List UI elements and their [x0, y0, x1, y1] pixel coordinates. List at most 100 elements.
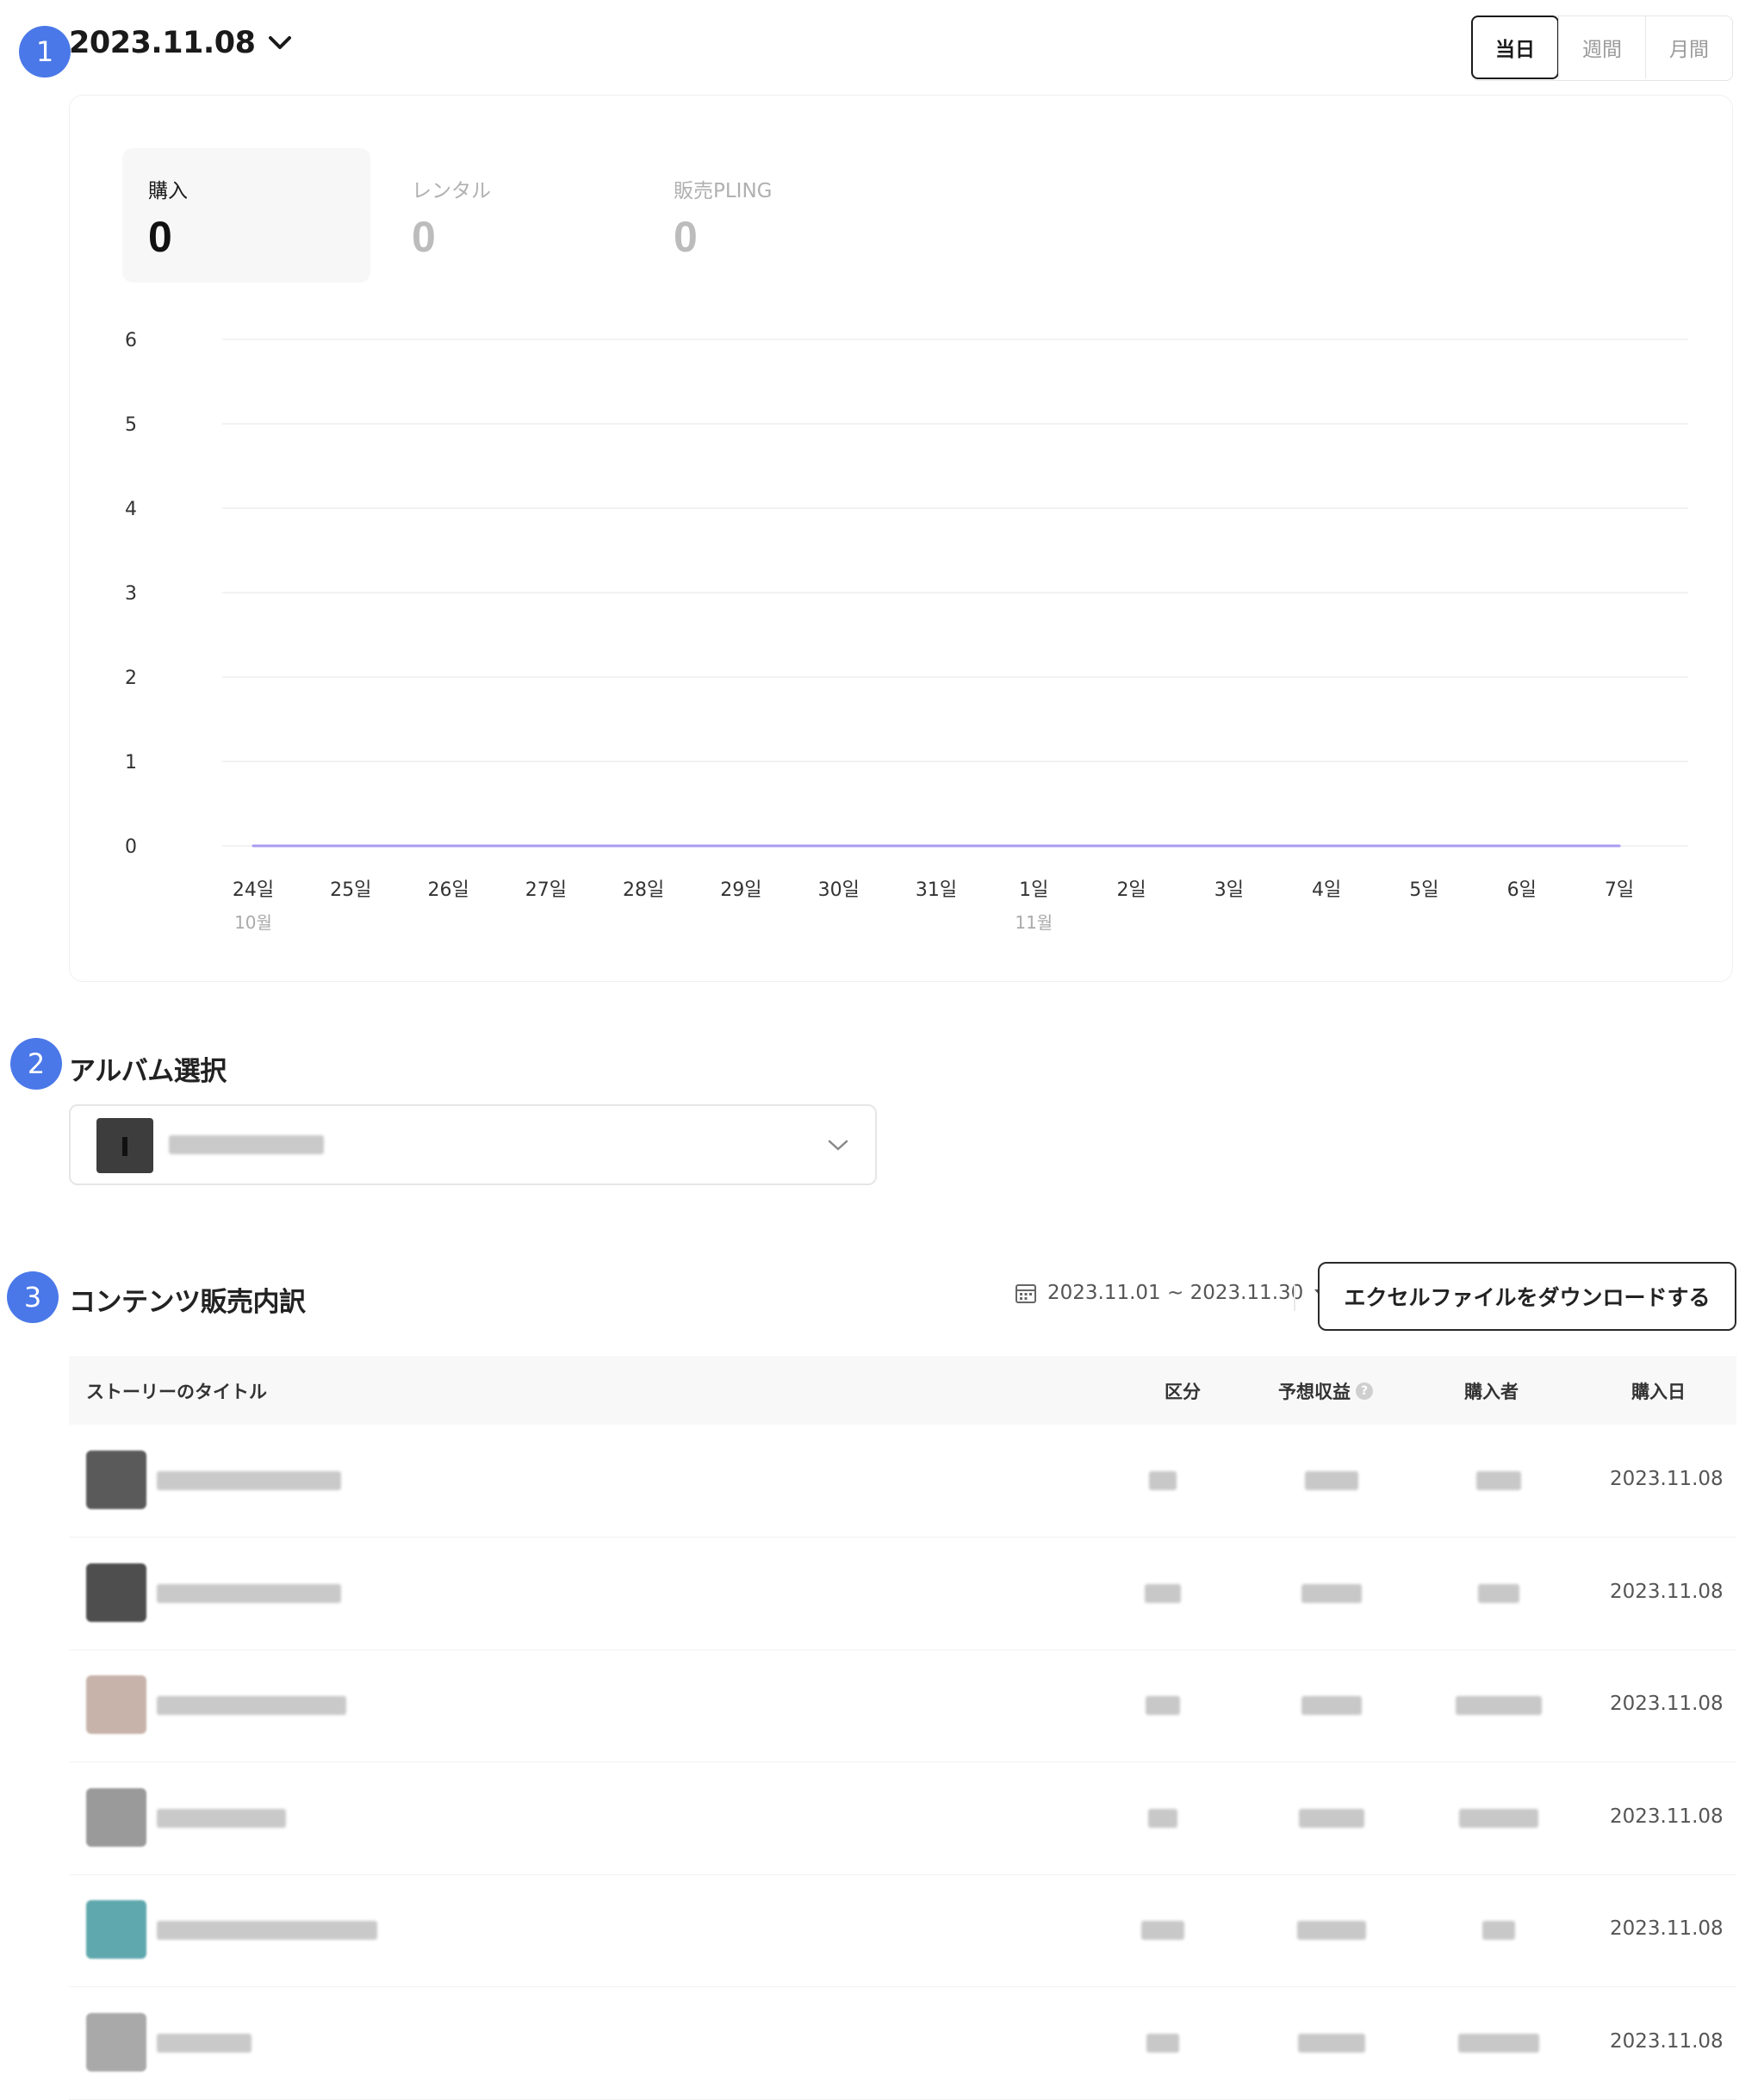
x-month-label: 10월: [234, 912, 272, 933]
y-tick-label: 4: [125, 499, 137, 520]
type-redacted: [1146, 1696, 1180, 1715]
x-tick-label: 26일: [427, 879, 469, 901]
x-tick-label: 31일: [916, 879, 957, 901]
data-point: [935, 844, 938, 848]
date-range-text: 2023.11.01 ~ 2023.11.30: [1047, 1282, 1304, 1304]
data-point: [1422, 844, 1425, 848]
revenue-redacted: [1301, 1583, 1362, 1603]
type-redacted: [1141, 1921, 1184, 1940]
data-point: [1618, 844, 1621, 848]
purchase-date: 2023.11.08: [1610, 1693, 1724, 1715]
col-buyer[interactable]: 購入者: [1464, 1378, 1519, 1404]
type-redacted: [1145, 1583, 1181, 1603]
x-month-label: 11월: [1015, 912, 1053, 933]
step-marker-2: 2: [10, 1038, 62, 1090]
data-point: [1130, 844, 1134, 848]
col-revenue-label: 予想収益: [1278, 1382, 1351, 1402]
album-cover: [96, 1118, 153, 1173]
x-tick-label: 1일: [1019, 879, 1048, 901]
x-tick-label: 4일: [1312, 879, 1341, 901]
x-tick-label: 29일: [720, 879, 761, 901]
y-tick-label: 1: [125, 752, 137, 774]
x-tick-label: 6일: [1507, 879, 1537, 901]
date-range-picker[interactable]: 2023.11.01 ~ 2023.11.30: [1015, 1282, 1327, 1304]
step-marker-3: 3: [7, 1271, 59, 1323]
story-title-redacted: [157, 1696, 346, 1715]
table-row[interactable]: 2023.11.08: [69, 1762, 1736, 1875]
sales-section-title: コンテンツ販売内訳: [69, 1287, 306, 1318]
table-row[interactable]: 2023.11.08: [69, 1538, 1736, 1650]
story-title-redacted: [157, 1808, 286, 1828]
revenue-redacted: [1297, 1921, 1366, 1940]
buyer-redacted: [1458, 2033, 1539, 2053]
table-row[interactable]: 2023.11.08: [69, 1987, 1736, 2100]
x-tick-label: 27일: [525, 879, 567, 901]
data-point: [1032, 844, 1035, 848]
data-point: [642, 844, 645, 848]
buyer-redacted: [1456, 1696, 1542, 1715]
sales-line-chart: 0 1 2 3 4 5 6 24일 25일 26일 27일 28일 29일 30일 31일 1일 2일 3일 4일 5…: [125, 330, 1688, 933]
x-tick-label: 28일: [623, 879, 664, 901]
y-tick-label: 3: [125, 583, 137, 605]
x-tick-label: 24일: [233, 879, 274, 901]
col-date[interactable]: 購入日: [1631, 1378, 1686, 1404]
album-section-title: アルバム選択: [69, 1056, 227, 1087]
x-tick-label: 30일: [818, 879, 860, 901]
buyer-redacted: [1482, 1921, 1515, 1940]
purchase-date: 2023.11.08: [1610, 1805, 1724, 1828]
purchase-date: 2023.11.08: [1610, 1580, 1724, 1603]
revenue-redacted: [1301, 1696, 1362, 1715]
story-title-redacted: [157, 1921, 377, 1940]
buyer-redacted: [1478, 1583, 1519, 1603]
story-thumbnail: [86, 1900, 146, 1959]
revenue-redacted: [1305, 1471, 1358, 1490]
type-redacted: [1146, 2033, 1179, 2053]
data-point: [1325, 844, 1328, 848]
story-title-redacted: [157, 1471, 341, 1490]
story-thumbnail: [86, 1563, 146, 1622]
story-thumbnail: [86, 1675, 146, 1734]
y-tick-label: 6: [125, 330, 137, 351]
data-point: [837, 844, 841, 848]
x-tick-label: 2일: [1116, 879, 1146, 901]
table-row[interactable]: 2023.11.08: [69, 1425, 1736, 1538]
buyer-redacted: [1459, 1808, 1538, 1828]
story-title-redacted: [157, 1583, 341, 1603]
data-point: [1227, 844, 1231, 848]
purchase-date: 2023.11.08: [1610, 2029, 1724, 2053]
revenue-redacted: [1299, 1808, 1364, 1828]
col-revenue[interactable]: 予想収益 ?: [1278, 1378, 1373, 1404]
chevron-down-icon: [828, 1140, 848, 1151]
data-point: [349, 844, 352, 848]
album-name-redacted: [169, 1135, 324, 1154]
album-dropdown[interactable]: [69, 1104, 877, 1185]
y-tick-label: 2: [125, 668, 137, 689]
data-point: [252, 844, 255, 848]
purchase-date: 2023.11.08: [1610, 1468, 1724, 1490]
x-tick-label: 25일: [330, 879, 371, 901]
help-icon[interactable]: ?: [1356, 1382, 1373, 1400]
data-point: [544, 844, 548, 848]
table-row[interactable]: 2023.11.08: [69, 1874, 1736, 1987]
x-tick-label: 7일: [1605, 879, 1634, 901]
story-thumbnail: [86, 2012, 146, 2072]
revenue-redacted: [1298, 2033, 1365, 2053]
table-row[interactable]: 2023.11.08: [69, 1650, 1736, 1762]
col-type[interactable]: 区分: [1165, 1378, 1201, 1404]
excel-download-button[interactable]: エクセルファイルをダウンロードする: [1318, 1262, 1736, 1331]
divider: [1294, 1285, 1295, 1311]
data-point: [739, 844, 742, 848]
y-tick-label: 5: [125, 414, 137, 436]
col-title[interactable]: ストーリーのタイトル: [86, 1378, 267, 1404]
type-redacted: [1148, 1808, 1177, 1828]
x-tick-label: 5일: [1409, 879, 1438, 901]
calendar-icon: [1016, 1284, 1036, 1303]
data-point: [447, 844, 450, 848]
story-thumbnail: [86, 1787, 146, 1847]
buyer-redacted: [1476, 1471, 1521, 1490]
story-thumbnail: [86, 1451, 146, 1509]
x-tick-label: 3일: [1214, 879, 1244, 901]
type-redacted: [1149, 1471, 1177, 1490]
story-title-redacted: [157, 2033, 252, 2053]
data-point: [1520, 844, 1524, 848]
